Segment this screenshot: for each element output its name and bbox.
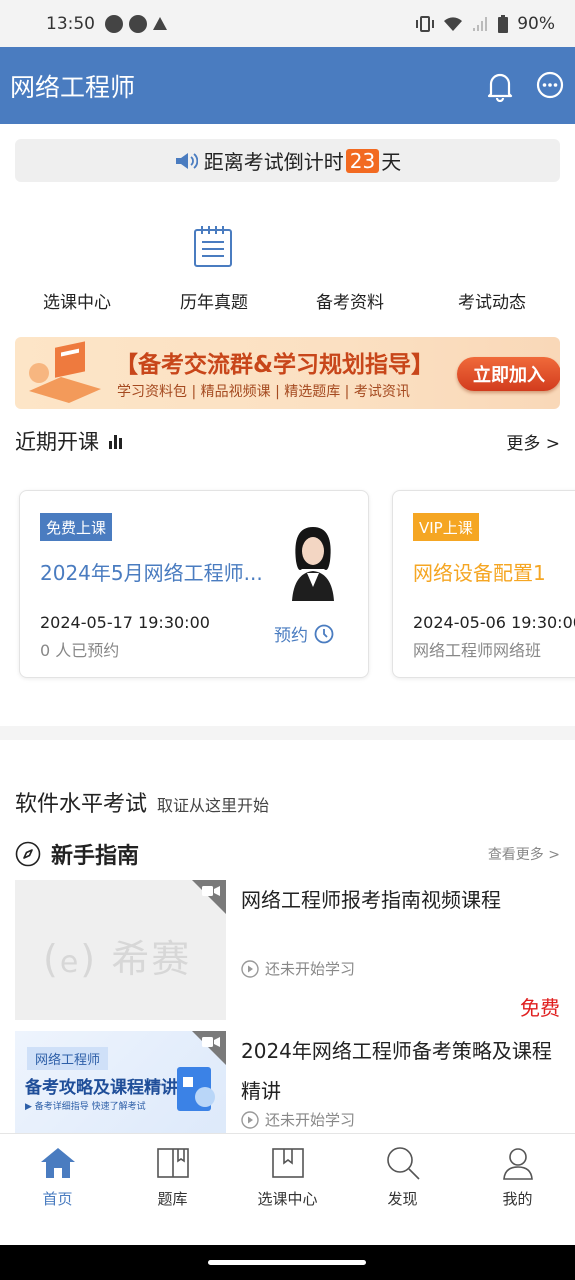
software-exam-header: 软件水平考试 取证从这里开始 xyxy=(15,786,269,818)
status-bar: 13:50 90% xyxy=(0,0,575,47)
software-exam-title: 软件水平考试 xyxy=(15,792,148,817)
chart-bars-icon xyxy=(109,433,122,449)
speaker-icon xyxy=(175,152,198,169)
signal-icon xyxy=(473,16,488,31)
teacher-avatar xyxy=(292,527,334,601)
book-icon xyxy=(156,1148,189,1178)
bottom-tab-bar: 首页 题库 选课中心 发现 我的 xyxy=(0,1133,575,1245)
quick-nav: 选课中心 历年真题 备考资料 考试动态 xyxy=(0,220,575,320)
course-name: 网络工程师报考指南视频课程 xyxy=(241,888,501,912)
countdown-suffix: 天 xyxy=(381,150,402,174)
join-button[interactable]: 立即加入 xyxy=(457,357,560,391)
exam-countdown: 距离考试倒计时 23 天 xyxy=(15,139,560,182)
thumbnail-logo-text: (e) 希赛 xyxy=(43,937,192,981)
more-link[interactable]: 更多 > xyxy=(506,429,560,454)
video-camera-icon xyxy=(202,1037,220,1047)
countdown-days: 23 xyxy=(345,148,380,173)
countdown-prefix: 距离考试倒计时 xyxy=(203,150,344,174)
course-date: 2024-05-06 19:30:00 xyxy=(413,613,575,632)
tab-mine[interactable]: 我的 xyxy=(460,1134,575,1245)
check-icon xyxy=(129,14,147,33)
quick-nav-materials[interactable]: 备考资料 xyxy=(285,288,415,313)
search-icon xyxy=(386,1147,420,1180)
course-title: 网络设备配置1 xyxy=(413,561,546,585)
notepad-icon xyxy=(194,226,232,267)
home-icon xyxy=(40,1148,75,1178)
quick-nav-exam-news[interactable]: 考试动态 xyxy=(427,288,557,313)
battery-percent: 90% xyxy=(517,13,555,34)
notification-icon xyxy=(105,14,123,33)
battery-icon xyxy=(498,14,509,33)
play-circle-icon xyxy=(241,959,259,978)
course-card[interactable]: VIP上课 网络设备配置1 2024-05-06 19:30:00 网络工程师网… xyxy=(392,490,575,678)
guide-course-item[interactable]: (e) 希赛 网络工程师报考指南视频课程 还未开始学习 免费 xyxy=(15,880,560,1020)
course-date: 2024-05-17 19:30:00 xyxy=(40,613,210,632)
section-title: 近期开课 xyxy=(15,430,99,454)
course-price: 免费 xyxy=(520,996,560,1020)
document-illustration xyxy=(177,1067,215,1111)
bell-icon[interactable] xyxy=(485,70,515,102)
quick-nav-course-center[interactable]: 选课中心 xyxy=(12,288,142,313)
view-more-link[interactable]: 查看更多 > xyxy=(488,844,560,864)
promo-banner[interactable]: 【备考交流群&学习规划指导】 学习资料包 | 精品视频课 | 精选题库 | 考试… xyxy=(15,337,560,409)
status-right: 90% xyxy=(415,14,555,34)
system-nav-bar xyxy=(0,1245,575,1280)
message-icon[interactable] xyxy=(535,71,565,101)
thumbnail-title: 备考攻略及课程精讲 xyxy=(25,1078,178,1098)
beginner-guide-header: 新手指南 查看更多 > xyxy=(15,838,560,870)
user-icon xyxy=(502,1148,533,1180)
learning-status: 还未开始学习 xyxy=(241,1109,355,1130)
warning-icon xyxy=(153,17,167,30)
tab-discover[interactable]: 发现 xyxy=(345,1134,460,1245)
vibrate-icon xyxy=(416,15,435,32)
status-notification-icons xyxy=(105,14,167,33)
quick-nav-past-exams[interactable]: 历年真题 xyxy=(149,288,279,313)
reservation-count: 0 人已预约 xyxy=(40,641,120,660)
app-bar: 网络工程师 xyxy=(0,47,575,124)
bookmark-icon xyxy=(271,1148,304,1178)
software-exam-subtitle: 取证从这里开始 xyxy=(157,796,270,815)
banner-subtitle: 学习资料包 | 精品视频课 | 精选题库 | 考试资讯 xyxy=(117,384,410,400)
course-card[interactable]: 免费上课 2024年5月网络工程师... 2024-05-17 19:30:00… xyxy=(19,490,369,678)
wifi-icon xyxy=(444,16,463,31)
tab-course-center[interactable]: 选课中心 xyxy=(230,1134,345,1245)
banner-illustration xyxy=(29,341,101,403)
course-name: 2024年网络工程师备考策略及课程精讲 xyxy=(241,1039,552,1103)
thumbnail-subtitle: ▶ 备考详细指导 快速了解考试 xyxy=(25,1102,146,1112)
home-gesture-pill[interactable] xyxy=(208,1260,366,1265)
page-title: 网络工程师 xyxy=(10,72,136,102)
banner-title: 【备考交流群&学习规划指导】 xyxy=(115,352,435,378)
reserve-label: 预约 xyxy=(274,626,308,646)
tab-question-bank[interactable]: 题库 xyxy=(115,1134,230,1245)
course-thumbnail: (e) 希赛 xyxy=(15,880,226,1020)
section-divider xyxy=(0,726,575,740)
play-circle-icon xyxy=(241,1110,259,1129)
thumbnail-tag: 网络工程师 xyxy=(27,1047,109,1070)
learning-status: 还未开始学习 xyxy=(241,958,355,979)
status-time: 13:50 xyxy=(46,13,95,34)
video-camera-icon xyxy=(202,886,220,896)
free-tag: 免费上课 xyxy=(40,513,113,541)
recent-courses-header: 近期开课 更多 > xyxy=(15,424,560,458)
guide-title: 新手指南 xyxy=(51,844,140,869)
course-class: 网络工程师网络班 xyxy=(413,641,542,660)
reserve-button[interactable]: 预约 xyxy=(274,621,334,646)
clock-icon xyxy=(314,624,334,643)
vip-tag: VIP上课 xyxy=(413,513,479,541)
compass-icon xyxy=(15,841,41,867)
course-title: 2024年5月网络工程师... xyxy=(40,561,263,585)
tab-home[interactable]: 首页 xyxy=(0,1134,115,1245)
